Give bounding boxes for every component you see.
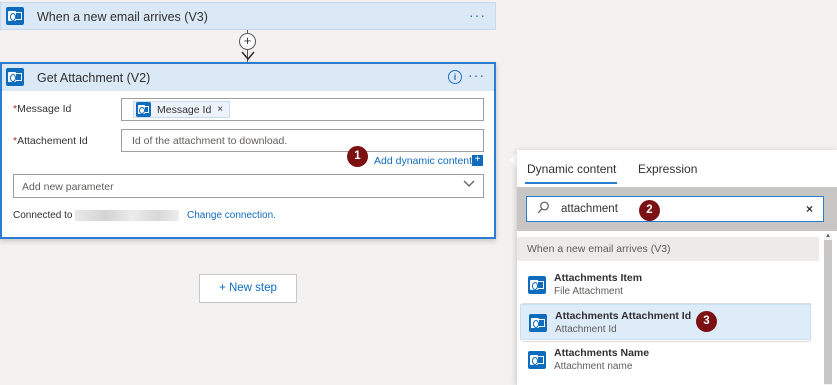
add-dynamic-content-icon[interactable]: + [472, 155, 483, 166]
item-description: File Attachment [554, 286, 623, 297]
action-header[interactable]: Get Attachment (V2) i ··· [2, 64, 494, 91]
dynamic-content-panel: Dynamic content Expression attachment × … [517, 150, 837, 385]
step-badge-2: 2 [639, 200, 660, 221]
chevron-down-icon [463, 179, 475, 191]
outlook-icon [6, 68, 24, 86]
action-card: Get Attachment (V2) i ··· *Message Id Me… [0, 62, 496, 239]
panel-caret [509, 152, 517, 168]
trigger-title: When a new email arrives (V3) [37, 10, 208, 24]
connected-to-label: Connected to [13, 210, 73, 221]
outlook-icon [528, 276, 546, 294]
info-icon[interactable]: i [448, 70, 462, 84]
new-step-button[interactable]: + New step [199, 274, 297, 303]
add-dynamic-content-link[interactable]: Add dynamic content [374, 155, 472, 167]
scroll-up-icon[interactable]: ▲ [824, 233, 832, 239]
trigger-card[interactable]: When a new email arrives (V3) ··· [0, 2, 496, 30]
step-badge-3: 3 [696, 311, 717, 332]
step-badge-1: 1 [347, 146, 368, 167]
list-item[interactable]: Attachments Name Attachment name [520, 342, 811, 378]
attachment-id-placeholder: Id of the attachment to download. [132, 135, 288, 147]
redacted-account [75, 210, 179, 221]
search-value: attachment [561, 203, 618, 215]
item-name: Attachments Attachment Id [555, 310, 692, 322]
list-item[interactable]: Attachments Attachment Id Attachment Id … [520, 304, 811, 340]
action-title: Get Attachment (V2) [37, 71, 151, 85]
list-item[interactable]: Attachments Item File Attachment [520, 267, 811, 303]
clear-search-icon[interactable]: × [806, 202, 813, 216]
dynamic-content-list: When a new email arrives (V3) Attachment… [517, 231, 837, 385]
remove-token-icon[interactable]: × [217, 104, 223, 115]
search-area: attachment × [517, 187, 837, 231]
insert-step-button[interactable]: + [239, 33, 256, 50]
item-name: Attachments Name [554, 347, 650, 359]
message-id-label: *Message Id [13, 103, 72, 115]
scrollbar[interactable]: ▲ [824, 233, 832, 385]
tab-dynamic-content[interactable]: Dynamic content [527, 162, 616, 176]
outlook-icon [6, 7, 24, 25]
message-id-token[interactable]: Message Id × [133, 101, 231, 118]
token-label: Message Id [157, 103, 212, 116]
outlook-icon [529, 314, 547, 332]
message-id-field[interactable]: Message Id × [121, 98, 484, 121]
group-header-label: When a new email arrives (V3) [527, 243, 671, 255]
group-header[interactable]: When a new email arrives (V3) [517, 237, 819, 261]
add-new-parameter-dropdown[interactable]: Add new parameter [13, 174, 484, 198]
outlook-icon [528, 351, 546, 369]
item-name: Attachments Item [554, 272, 643, 284]
item-description: Attachment name [554, 361, 633, 372]
item-description: Attachment Id [555, 324, 617, 335]
search-icon [537, 201, 549, 214]
attachment-id-field[interactable]: Id of the attachment to download. [121, 129, 484, 152]
outlook-icon [136, 102, 151, 117]
active-tab-indicator [525, 182, 617, 184]
scroll-thumb[interactable] [824, 240, 832, 384]
add-parameter-placeholder: Add new parameter [22, 181, 114, 193]
change-connection-link[interactable]: Change connection. [187, 210, 276, 221]
more-options-icon[interactable]: ··· [468, 67, 485, 83]
attachment-id-label: *Attachement Id [13, 135, 88, 147]
arrow-down-icon [240, 51, 256, 61]
more-options-icon[interactable]: ··· [469, 7, 486, 23]
search-input[interactable]: attachment × [526, 196, 824, 222]
tab-expression[interactable]: Expression [638, 162, 697, 176]
